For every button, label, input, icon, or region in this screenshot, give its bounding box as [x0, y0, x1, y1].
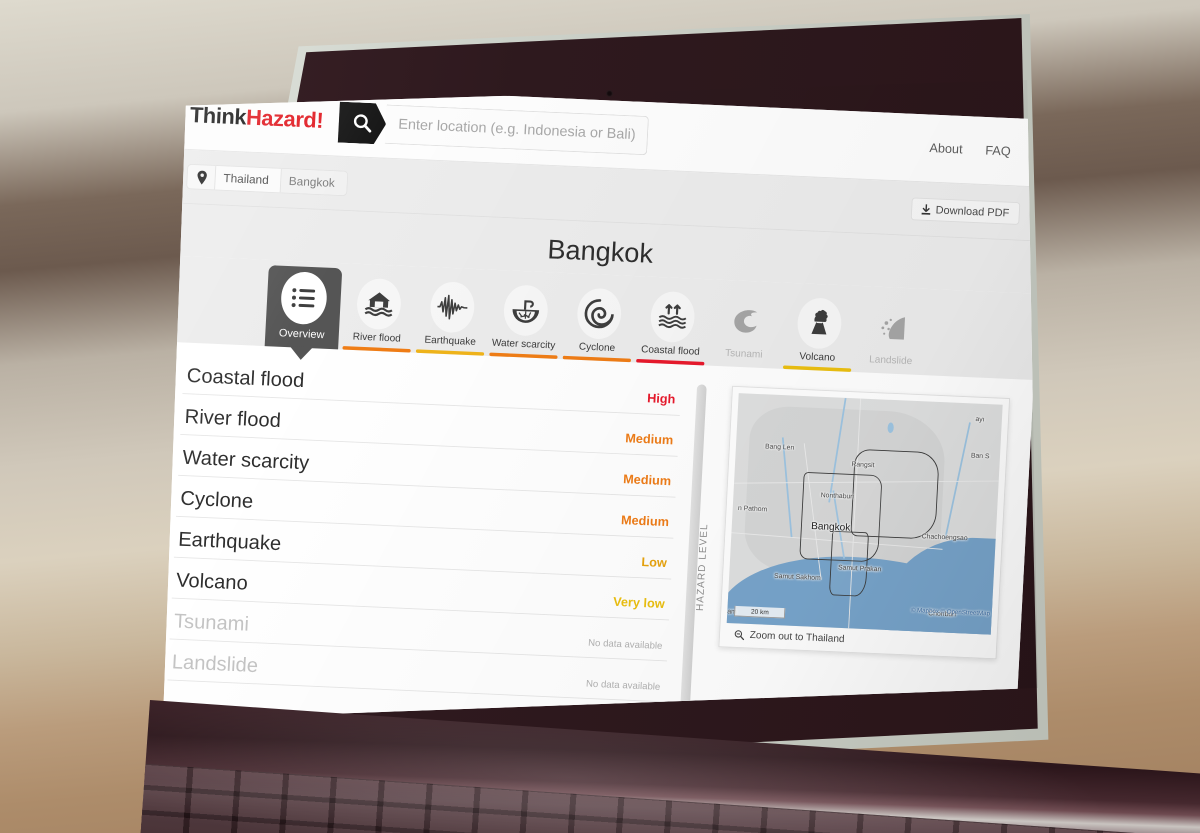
logo-think: Think — [189, 102, 247, 130]
hazard-level: Medium — [622, 472, 672, 489]
tab-label-landslide: Landslide — [868, 354, 913, 367]
landslide-icon — [880, 317, 905, 340]
search-box — [338, 102, 650, 157]
tsunami-icon — [733, 310, 757, 333]
browser-viewport: ThinkHazard! About FAQ — [163, 81, 1038, 720]
map-label: Nonthaburi — [820, 491, 855, 501]
coastal-flood-icon — [657, 304, 686, 329]
volcano-icon-wrap — [795, 297, 843, 350]
map-label: n Pathom — [737, 503, 768, 513]
hazard-level: High — [646, 391, 676, 407]
zoom-out-label: Zoom out to Thailand — [749, 630, 845, 645]
hazard-level: No data available — [585, 678, 661, 693]
hazard-list: Coastal flood High River flood Medium Wa… — [165, 362, 682, 720]
overview-tab-pointer — [288, 346, 313, 361]
cyclone-icon — [584, 299, 614, 329]
tab-label-water-scarcity: Water scarcity — [491, 337, 556, 352]
tab-label-volcano: Volcano — [799, 351, 836, 364]
search-input[interactable] — [385, 104, 650, 156]
earthquake-icon-wrap — [428, 281, 476, 334]
map-scale-bar: 20 km — [734, 605, 786, 619]
search-icon — [351, 112, 374, 135]
tab-label-coastal-flood: Coastal flood — [640, 344, 701, 358]
nav-link-about[interactable]: About — [929, 141, 963, 156]
map-label-bangkok: Bangkok — [810, 520, 851, 533]
breadcrumb-item-thailand[interactable]: Thailand — [215, 165, 282, 193]
search-button[interactable] — [338, 102, 387, 145]
main-content: Coastal flood High River flood Medium Wa… — [163, 341, 1034, 720]
tab-tsunami[interactable]: Tsunami — [708, 293, 782, 368]
map-label: Bang Len — [764, 442, 795, 452]
river-flood-icon-wrap — [355, 277, 402, 331]
hazard-level: Low — [641, 555, 668, 571]
map-label: Ban S — [970, 451, 990, 461]
tab-landslide[interactable]: Landslide — [855, 300, 929, 375]
hazard-level: Medium — [624, 431, 674, 448]
cyclone-icon-wrap — [575, 287, 622, 340]
landslide-icon-wrap — [869, 300, 915, 352]
breadcrumb-item-bangkok[interactable]: Bangkok — [280, 168, 348, 196]
tab-river-flood[interactable]: River flood — [341, 277, 415, 353]
tab-water-scarcity[interactable]: Water scarcity — [488, 284, 562, 359]
tab-label-cyclone: Cyclone — [578, 341, 616, 354]
coastal-flood-icon-wrap — [649, 290, 696, 344]
download-icon — [921, 203, 931, 215]
tab-label-river-flood: River flood — [352, 331, 402, 345]
map-label: ayı — [975, 415, 985, 424]
location-pin-wrap — [187, 170, 216, 185]
list-icon — [291, 288, 315, 308]
hazard-name: Water scarcity — [182, 445, 310, 474]
hazard-level: No data available — [587, 637, 663, 652]
hazard-name: Tsunami — [173, 609, 250, 636]
earthquake-icon — [436, 294, 467, 320]
tab-coastal-flood[interactable]: Coastal flood — [635, 290, 709, 366]
overview-icon-wrap — [279, 270, 328, 326]
nav-link-faq[interactable]: FAQ — [985, 144, 1011, 159]
hazard-name: Landslide — [171, 650, 259, 677]
river-flood-icon — [364, 292, 393, 317]
tab-cyclone[interactable]: Cyclone — [561, 287, 635, 363]
tab-overview[interactable]: Overview — [264, 265, 342, 361]
map-card: Bang Len Rangsit Nonthaburi n Pathom Ban… — [718, 385, 1011, 660]
hazard-level: Medium — [620, 513, 670, 530]
hazard-level: Very low — [612, 595, 665, 612]
thinkhazard-logo[interactable]: ThinkHazard! — [189, 103, 323, 134]
laptop: ThinkHazard! About FAQ — [0, 0, 1200, 833]
laptop-screen: ThinkHazard! About FAQ — [163, 80, 1038, 720]
map-label: Rangsit — [851, 460, 875, 470]
map-canvas[interactable]: Bang Len Rangsit Nonthaburi n Pathom Ban… — [726, 393, 1003, 635]
water-scarcity-icon-wrap — [502, 284, 549, 337]
water-scarcity-icon — [512, 300, 539, 323]
hazard-level-axis: HAZARD LEVEL — [676, 384, 718, 720]
breadcrumb: Thailand Bangkok — [186, 163, 349, 197]
volcano-icon — [810, 309, 828, 335]
hazard-name: Cyclone — [179, 486, 254, 513]
hazard-name: Coastal flood — [186, 363, 305, 392]
download-pdf-button[interactable]: Download PDF — [910, 197, 1021, 225]
logo-hazard: Hazard! — [245, 105, 324, 134]
tab-label-overview: Overview — [278, 326, 325, 341]
tsunami-icon-wrap — [722, 294, 768, 346]
download-pdf-label: Download PDF — [935, 203, 1010, 219]
hazard-name: River flood — [184, 404, 282, 432]
map-pin-icon — [197, 170, 207, 185]
top-navigation: About FAQ — [929, 141, 1023, 159]
hazard-name: Volcano — [175, 568, 249, 594]
zoom-out-icon — [734, 630, 745, 641]
hazard-name: Earthquake — [177, 527, 282, 555]
tab-label-earthquake: Earthquake — [424, 334, 477, 348]
tab-earthquake[interactable]: Earthquake — [415, 280, 489, 356]
tab-label-tsunami: Tsunami — [724, 348, 763, 361]
tab-volcano[interactable]: Volcano — [782, 297, 856, 372]
